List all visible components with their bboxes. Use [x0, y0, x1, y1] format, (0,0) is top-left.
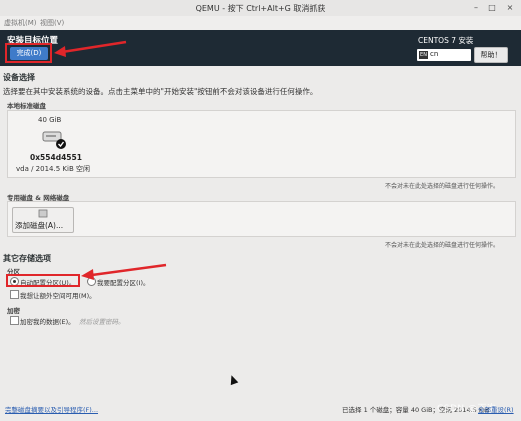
extra-space-checkbox[interactable]	[10, 290, 19, 299]
hard-disk-icon	[42, 131, 66, 149]
encryption-heading: 加密	[7, 307, 20, 315]
keyboard-layout-value: cn	[430, 50, 439, 58]
device-selection-heading: 设备选择	[3, 73, 35, 82]
device-description: 选择要在其中安装系统的设备。点击主菜单中的"开始安装"按钮前不会对该设备进行任何…	[3, 87, 318, 96]
disk-id: 0x554d4551	[30, 153, 82, 162]
special-disks-panel	[7, 201, 516, 237]
annotation-box-auto	[6, 274, 80, 287]
disk-info: vda / 2014.5 KiB 空闲	[16, 165, 90, 173]
disk-summary-link[interactable]: 完整磁盘摘要以及引导程序(F)...	[5, 404, 98, 414]
encrypt-checkbox[interactable]	[10, 316, 19, 325]
menu-view[interactable]: 视图(V)	[40, 18, 64, 28]
add-disk-label: 添加磁盘(A)...	[15, 221, 64, 230]
reset-all-link[interactable]: 全部重设(R)	[478, 404, 514, 414]
window-title: QEMU - 按下 Ctrl+Alt+G 取消抓获	[195, 4, 326, 13]
local-disks-heading: 本地标准磁盘	[7, 102, 46, 110]
annotation-arrow-done	[54, 40, 127, 57]
maximize-icon[interactable]: □	[485, 2, 499, 13]
keyboard-icon: EN	[419, 51, 428, 59]
local-disks-note: 不会对未在此处选择的磁盘进行任何操作。	[385, 183, 500, 190]
extra-space-label: 我想让额外空间可用(M)。	[20, 292, 96, 300]
annotation-arrow-auto	[81, 263, 167, 280]
annotation-box-done	[5, 43, 52, 63]
disk-size: 40 GiB	[38, 116, 62, 124]
product-title: CENTOS 7 安装	[418, 36, 474, 45]
storage-options-heading: 其它存储选项	[3, 254, 51, 263]
help-button[interactable]: 帮助！	[474, 47, 508, 63]
disk-add-icon	[38, 209, 48, 218]
menu-bar	[0, 16, 521, 30]
encrypt-label: 加密我的数据(E)。	[20, 318, 75, 326]
close-icon[interactable]: ×	[503, 2, 517, 13]
minimize-icon[interactable]: –	[469, 2, 483, 13]
special-disks-note: 不会对未在此处选择的磁盘进行任何操作。	[385, 242, 500, 249]
encrypt-hint: 然后设置密码。	[79, 318, 125, 326]
mouse-cursor-icon	[227, 373, 239, 386]
menu-vm[interactable]: 虚拟机(M)	[4, 18, 37, 28]
